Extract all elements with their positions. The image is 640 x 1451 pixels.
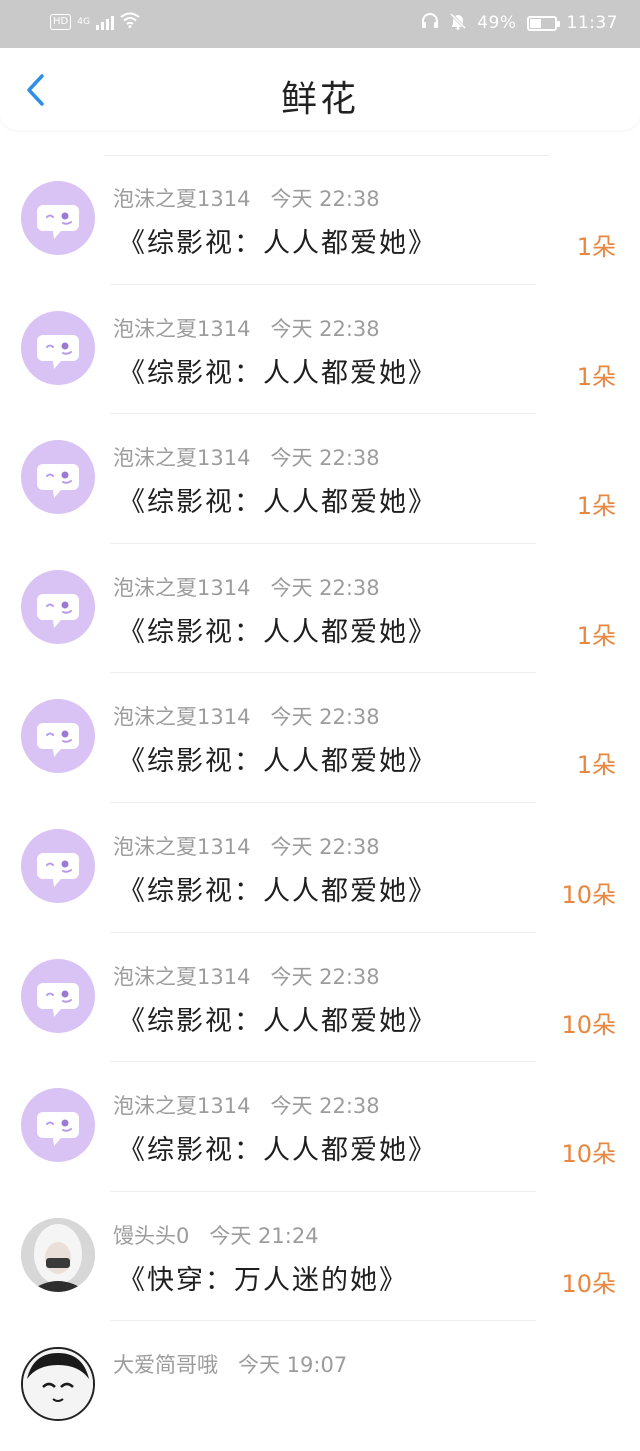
status-left: HD 4G xyxy=(50,12,140,32)
username: 大爱简哥哦 xyxy=(113,1353,218,1378)
item-meta: 泡沫之夏1314 今天 22:38 xyxy=(113,701,380,731)
chat-bubble-icon[interactable] xyxy=(21,569,95,644)
headset-icon xyxy=(421,12,439,34)
username: 泡沫之夏1314 xyxy=(113,1094,251,1119)
book-title[interactable]: 《综影视：人人都爱她》 xyxy=(118,739,437,778)
flower-count: 1朵 xyxy=(576,751,616,780)
item-meta: 泡沫之夏1314 今天 22:38 xyxy=(113,183,380,213)
flower-list: 泡沫之夏1314 今天 22:38 《综影视：人人都爱她》 1朵 泡沫之夏1314 今天 … xyxy=(0,155,640,1451)
hd-badge: HD xyxy=(50,14,72,30)
flower-count: 1朵 xyxy=(576,233,616,261)
list-item[interactable]: 泡沫之夏1314 今天 22:38 《综影视：人人都爱她》 1朵 xyxy=(0,544,640,674)
avatar[interactable] xyxy=(21,1217,95,1292)
book-title[interactable]: 《综影视：人人都爱她》 xyxy=(118,221,437,260)
item-meta: 泡沫之夏1314 今天 22:38 xyxy=(113,961,380,991)
timestamp: 今天 22:38 xyxy=(270,834,380,859)
item-meta: 泡沫之夏1314 今天 22:38 xyxy=(113,442,380,472)
chat-bubble-icon[interactable] xyxy=(21,828,95,903)
chat-bubble-icon[interactable] xyxy=(21,1088,95,1163)
list-item[interactable]: 泡沫之夏1314 今天 22:38 《综影视：人人都爱她》 10朵 xyxy=(0,1062,640,1192)
list-item[interactable]: 泡沫之夏1314 今天 22:38 《综影视：人人都爱她》 1朵 xyxy=(0,155,640,285)
book-title[interactable]: 《综影视：人人都爱她》 xyxy=(118,869,437,908)
book-title[interactable]: 《综影视：人人都爱她》 xyxy=(118,1128,437,1167)
book-title[interactable]: 《快穿：万人迷的她》 xyxy=(118,1258,408,1297)
flower-count: 1朵 xyxy=(576,492,616,521)
list-item[interactable]: 泡沫之夏1314 今天 22:38 《综影视：人人都爱她》 10朵 xyxy=(0,933,640,1063)
username: 泡沫之夏1314 xyxy=(113,575,251,600)
username: 泡沫之夏1314 xyxy=(113,705,251,730)
username: 馒头头0 xyxy=(113,1223,190,1248)
list-item[interactable]: 泡沫之夏1314 今天 22:38 《综影视：人人都爱她》 1朵 xyxy=(0,285,640,415)
chat-bubble-icon[interactable] xyxy=(21,958,95,1033)
item-meta: 馒头头0 今天 21:24 xyxy=(113,1220,319,1250)
battery-icon xyxy=(526,15,560,31)
flower-count: 1朵 xyxy=(576,362,616,391)
item-meta: 泡沫之夏1314 今天 22:38 xyxy=(113,831,380,861)
book-title[interactable]: 《综影视：人人都爱她》 xyxy=(118,351,437,390)
list-item[interactable]: 泡沫之夏1314 今天 22:38 《综影视：人人都爱她》 1朵 xyxy=(0,673,640,803)
status-right: 49% 11:37 xyxy=(421,12,618,34)
avatar[interactable] xyxy=(21,1347,95,1422)
username: 泡沫之夏1314 xyxy=(113,446,251,471)
item-meta: 泡沫之夏1314 今天 22:38 xyxy=(113,313,380,343)
item-meta: 泡沫之夏1314 今天 22:38 xyxy=(113,1090,380,1120)
page-title: 鲜花 xyxy=(280,79,359,120)
status-bar: HD 4G 49% 11:37 xyxy=(0,0,640,48)
flower-count: 10朵 xyxy=(561,1010,616,1039)
flower-count: 10朵 xyxy=(561,1269,616,1298)
header: 鲜花 xyxy=(0,48,640,130)
timestamp: 今天 22:38 xyxy=(270,316,380,341)
username: 泡沫之夏1314 xyxy=(113,316,251,341)
wifi-icon xyxy=(120,12,140,32)
battery-percent: 49% xyxy=(477,13,517,33)
signal-icon xyxy=(95,14,114,30)
list-item[interactable]: 泡沫之夏1314 今天 22:38 《综影视：人人都爱她》 10朵 xyxy=(0,803,640,933)
timestamp: 今天 22:38 xyxy=(270,575,380,600)
username: 泡沫之夏1314 xyxy=(113,834,251,859)
username: 泡沫之夏1314 xyxy=(113,187,251,211)
timestamp: 今天 19:07 xyxy=(238,1353,348,1378)
list-item[interactable]: 馒头头0 今天 21:24 《快穿：万人迷的她》 10朵 xyxy=(0,1192,640,1322)
timestamp: 今天 22:38 xyxy=(270,187,380,211)
timestamp: 今天 22:38 xyxy=(270,446,380,471)
chat-bubble-icon[interactable] xyxy=(21,699,95,774)
timestamp: 今天 22:38 xyxy=(270,964,380,989)
item-meta: 泡沫之夏1314 今天 22:38 xyxy=(113,572,380,602)
chat-bubble-icon[interactable] xyxy=(21,440,95,515)
list-item[interactable]: 大爱简哥哦 今天 19:07 xyxy=(0,1321,640,1451)
item-meta: 大爱简哥哦 今天 19:07 xyxy=(113,1349,347,1379)
timestamp: 今天 22:38 xyxy=(270,705,380,730)
chat-bubble-icon[interactable] xyxy=(21,310,95,385)
flower-count: 1朵 xyxy=(576,621,616,650)
flower-count: 10朵 xyxy=(561,880,616,909)
mute-bell-icon xyxy=(449,12,467,34)
flower-count: 10朵 xyxy=(561,1140,616,1169)
timestamp: 今天 22:38 xyxy=(270,1094,380,1119)
username: 泡沫之夏1314 xyxy=(113,964,251,989)
book-title[interactable]: 《综影视：人人都爱她》 xyxy=(118,610,437,649)
network-type: 4G xyxy=(77,17,90,27)
timestamp: 今天 21:24 xyxy=(209,1223,319,1248)
book-title[interactable]: 《综影视：人人都爱她》 xyxy=(118,480,437,519)
chat-bubble-icon[interactable] xyxy=(21,181,95,255)
status-time: 11:37 xyxy=(566,13,618,33)
list-item[interactable]: 泡沫之夏1314 今天 22:38 《综影视：人人都爱她》 1朵 xyxy=(0,414,640,544)
book-title[interactable]: 《综影视：人人都爱她》 xyxy=(118,999,437,1038)
